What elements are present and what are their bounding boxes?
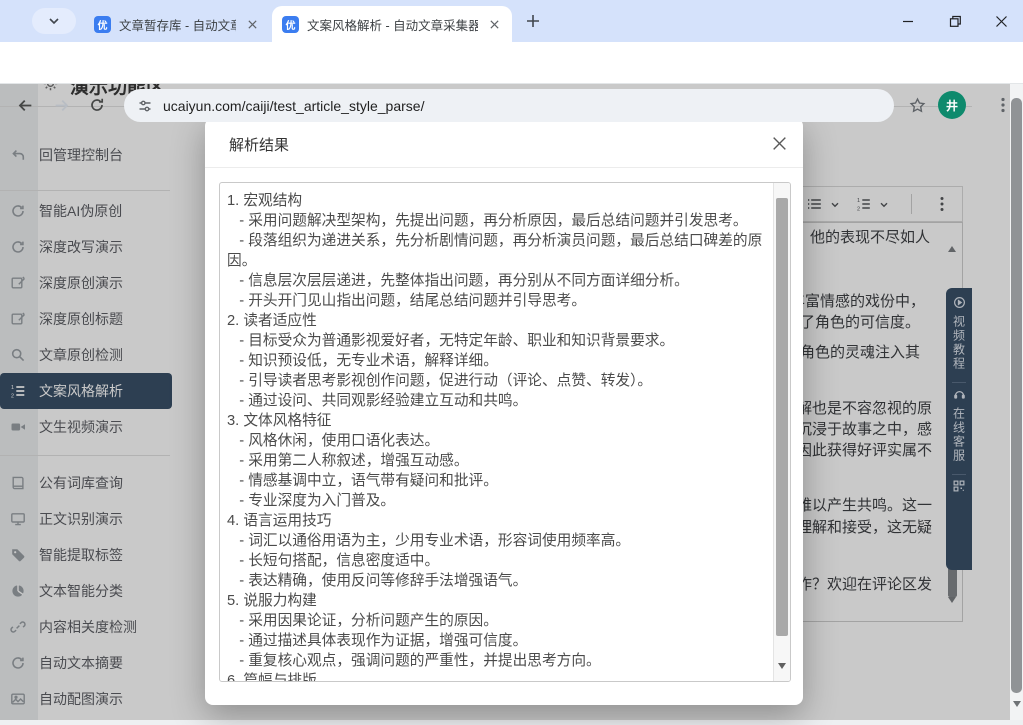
window-restore-button[interactable] (933, 0, 977, 42)
tab-title: 文案风格解析 - 自动文章采集器 (307, 15, 478, 34)
forward-button[interactable] (46, 90, 76, 120)
close-icon[interactable] (768, 132, 790, 154)
dialog-title: 解析结果 (229, 134, 289, 155)
site-favicon: 优 (282, 16, 299, 33)
url-text[interactable]: ucaiyun.com/caiji/test_article_style_par… (163, 98, 424, 114)
page-scrollbar[interactable] (1010, 84, 1023, 720)
browser-tab-bar: 优 文章暂存库 - 自动文章采集器-优 优 文案风格解析 - 自动文章采集器 (0, 0, 1023, 42)
new-tab-button[interactable] (522, 10, 544, 32)
scroll-down-icon[interactable] (1013, 707, 1021, 725)
result-content: 1. 宏观结构 - 采用问题解决型架构，先提出问题，再分析原因，最后总结问题并引… (227, 191, 774, 682)
address-bar[interactable]: ucaiyun.com/caiji/test_article_style_par… (124, 89, 894, 122)
tab-close-icon[interactable] (244, 16, 260, 32)
profile-avatar[interactable]: 井 (938, 91, 966, 119)
browser-menu-icon[interactable] (988, 90, 1018, 120)
window-minimize-button[interactable] (886, 0, 930, 42)
site-settings-icon[interactable] (137, 98, 153, 114)
browser-tab-active[interactable]: 优 文案风格解析 - 自动文章采集器 (272, 6, 512, 42)
tab-close-icon[interactable] (486, 16, 502, 32)
dialog-divider (205, 167, 803, 168)
back-button[interactable] (10, 90, 40, 120)
result-scrollbar[interactable] (773, 183, 790, 681)
result-textarea[interactable]: 1. 宏观结构 - 采用问题解决型架构，先提出问题，再分析原因，最后总结问题并引… (219, 182, 791, 682)
result-scrollbar-thumb[interactable] (776, 198, 788, 636)
site-favicon: 优 (94, 16, 111, 33)
page-scrollbar-thumb[interactable] (1011, 98, 1022, 693)
browser-toolbar: ucaiyun.com/caiji/test_article_style_par… (0, 42, 1023, 84)
tab-search-button[interactable] (32, 8, 76, 34)
reload-button[interactable] (82, 90, 112, 120)
window-close-button[interactable] (979, 0, 1023, 42)
browser-tab-inactive[interactable]: 优 文章暂存库 - 自动文章采集器-优 (84, 6, 270, 42)
parse-result-dialog: 解析结果 1. 宏观结构 - 采用问题解决型架构，先提出问题，再分析原因，最后总… (205, 118, 803, 705)
bookmark-star-icon[interactable] (902, 90, 932, 120)
tab-title: 文章暂存库 - 自动文章采集器-优 (119, 15, 236, 34)
